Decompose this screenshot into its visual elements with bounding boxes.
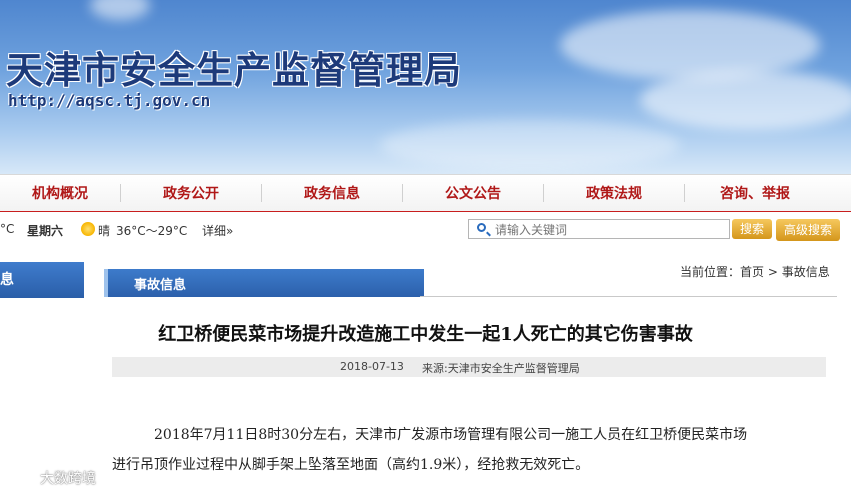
- sidebar-header-label: 息: [0, 272, 14, 288]
- nav-item-government-affairs[interactable]: 政务公开: [121, 183, 261, 203]
- watermark-logo-icon: [8, 472, 34, 485]
- search-box: [468, 219, 730, 239]
- site-title: 天津市安全生产监督管理局: [6, 49, 462, 92]
- site-url: http://aqsc.tj.gov.cn: [8, 91, 211, 110]
- breadcrumb-home-link[interactable]: 首页: [740, 265, 764, 279]
- breadcrumb-prefix: 当前位置：: [680, 265, 741, 279]
- nav-item-government-info[interactable]: 政务信息: [262, 183, 402, 203]
- breadcrumb: 当前位置：首页 > 事故信息: [680, 263, 830, 280]
- section-divider: [420, 296, 837, 297]
- sidebar-menu-header[interactable]: 息: [0, 262, 84, 298]
- site-banner: 天津市安全生产监督管理局 http://aqsc.tj.gov.cn: [0, 0, 851, 174]
- weather-detail-link[interactable]: 详细»: [202, 222, 233, 239]
- advanced-search-button[interactable]: 高级搜索: [776, 219, 840, 241]
- temperature-range: 36°C～29°C: [116, 224, 188, 238]
- section-title-bar: 事故信息: [104, 269, 424, 297]
- weekday-label: 星期六: [27, 224, 64, 238]
- temp-fragment: °C: [0, 222, 15, 236]
- search-button[interactable]: 搜索: [732, 219, 772, 239]
- article-body-line: 2018年7月11日8时30分左右，天津市广发源市场管理有限公司一施工人员在红卫…: [154, 427, 748, 443]
- section-title: 事故信息: [134, 278, 187, 293]
- nav-item-about[interactable]: 机构概况: [0, 183, 120, 203]
- article-meta-bar: 2018-07-13 来源:天津市安全生产监督管理局: [112, 357, 826, 377]
- breadcrumb-current-link[interactable]: 事故信息: [782, 265, 830, 279]
- article-date: 2018-07-13: [340, 360, 404, 373]
- search-input[interactable]: [493, 221, 727, 239]
- watermark-text: 大数跨境: [40, 471, 96, 487]
- main-nav: 机构概况 政务公开 政务信息 公文公告 政策法规 咨询、举报: [0, 174, 851, 213]
- article-source: 来源:天津市安全生产监督管理局: [422, 362, 580, 375]
- nav-item-announcements[interactable]: 公文公告: [403, 183, 543, 203]
- nav-item-consult-report[interactable]: 咨询、举报: [685, 183, 825, 203]
- breadcrumb-separator: >: [764, 265, 782, 279]
- weather-label: 晴: [98, 224, 111, 238]
- nav-item-policies[interactable]: 政策法规: [544, 183, 684, 203]
- article-title: 红卫桥便民菜市场提升改造施工中发生一起1人死亡的其它伤害事故: [158, 324, 693, 345]
- search-icon: [477, 223, 486, 232]
- article-body: 2018年7月11日8时30分左右，天津市广发源市场管理有限公司一施工人员在红卫…: [112, 420, 828, 480]
- sunny-icon: [81, 222, 95, 236]
- article-body-line: 进行吊顶作业过程中从脚手架上坠落至地面（高约1.9米），经抢救无效死亡。: [112, 457, 590, 473]
